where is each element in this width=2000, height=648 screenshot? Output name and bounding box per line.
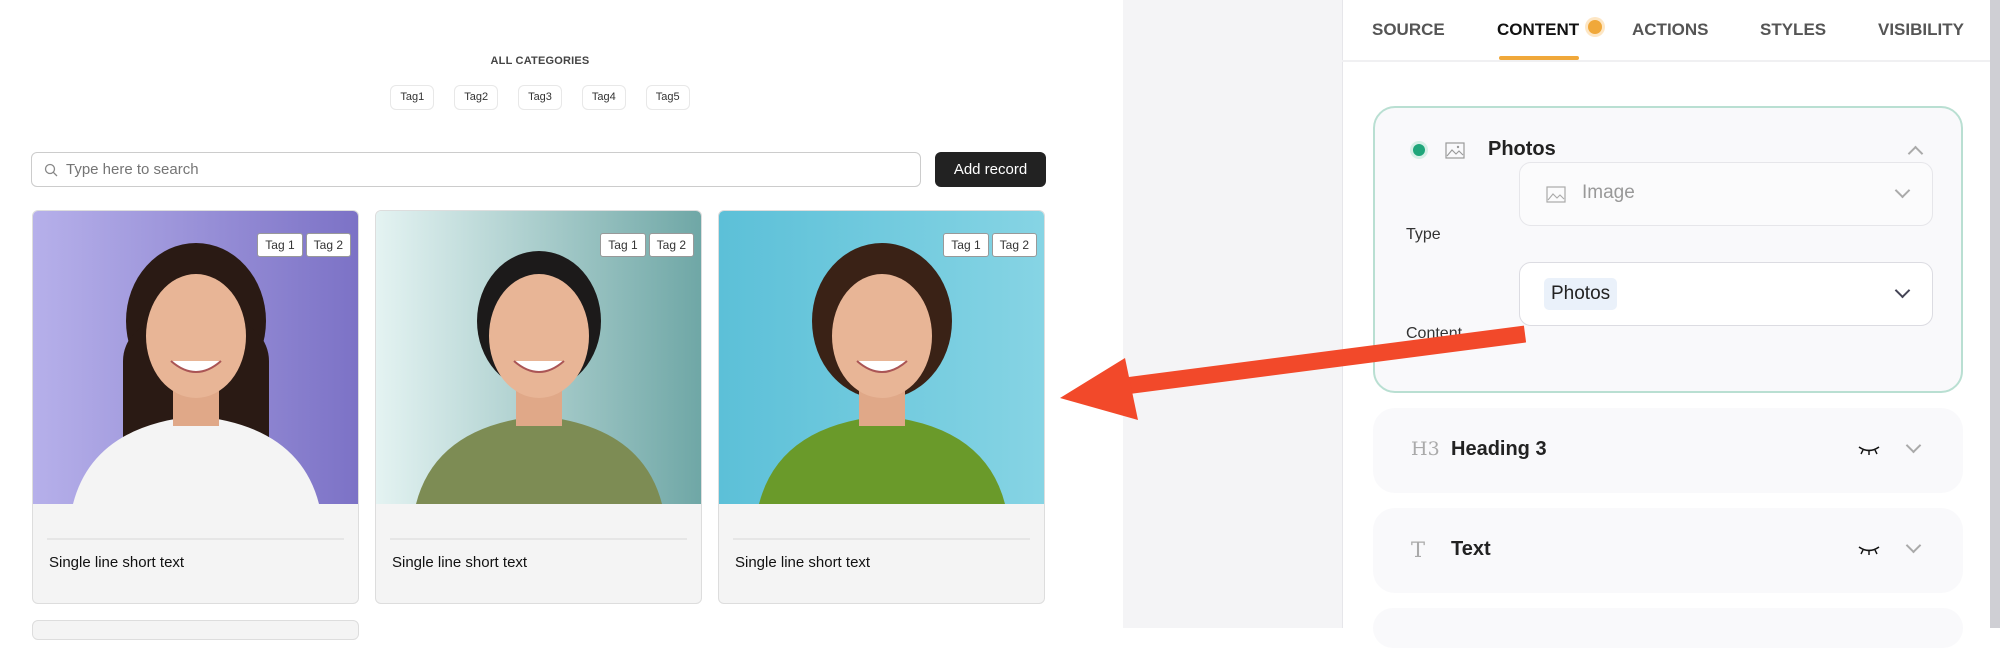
- content-value-chip: Photos: [1544, 278, 1618, 310]
- card-photo: Tag 1 Tag 2: [719, 211, 1044, 504]
- record-card[interactable]: Tag 1 Tag 2 Single line short text: [32, 210, 359, 604]
- eye-closed-icon[interactable]: [1857, 544, 1881, 556]
- category-tag[interactable]: Tag3: [518, 85, 562, 110]
- card-tag[interactable]: Tag 1: [600, 233, 646, 257]
- scrollbar[interactable]: [1990, 0, 2000, 628]
- text-section[interactable]: T Text: [1373, 508, 1963, 593]
- image-icon: [1445, 142, 1465, 159]
- next-section[interactable]: [1373, 608, 1963, 648]
- chevron-down-icon[interactable]: [1905, 537, 1922, 554]
- tab-visibility[interactable]: VISIBILITY: [1878, 20, 1964, 40]
- type-label: Type: [1406, 226, 1441, 243]
- canvas-gutter: [1123, 0, 1342, 628]
- category-tag[interactable]: Tag1: [390, 85, 435, 110]
- record-card[interactable]: Tag 1 Tag 2 Single line short text: [718, 210, 1045, 604]
- section-title: Text: [1451, 538, 1491, 560]
- text-icon: T: [1411, 538, 1426, 562]
- card-tag[interactable]: Tag 1: [257, 233, 303, 257]
- search-input[interactable]: [66, 161, 866, 178]
- image-icon: [1546, 186, 1566, 203]
- card-partial[interactable]: [32, 620, 359, 640]
- eye-closed-icon[interactable]: [1857, 444, 1881, 456]
- card-tag[interactable]: Tag 2: [305, 233, 351, 257]
- status-dot: [1413, 144, 1425, 156]
- canvas-preview: ALL CATEGORIES Tag1 Tag2 Tag3 Tag4 Tag5 …: [0, 0, 1123, 640]
- chevron-up-icon[interactable]: [1907, 145, 1924, 162]
- tab-content[interactable]: CONTENT: [1497, 20, 1579, 40]
- active-tab-indicator: [1499, 56, 1579, 60]
- content-select[interactable]: Photos: [1519, 262, 1933, 326]
- section-title: Heading 3: [1451, 438, 1547, 460]
- card-divider: [47, 538, 344, 540]
- heading-icon: H3: [1411, 438, 1440, 460]
- card-divider: [733, 538, 1030, 540]
- category-tag[interactable]: Tag5: [645, 85, 690, 110]
- content-label: Content: [1406, 325, 1463, 342]
- card-text: Single line short text: [735, 554, 871, 571]
- photos-section: Photos Type Image Content Photos: [1373, 106, 1963, 393]
- category-tags: Tag1 Tag2 Tag3 Tag4 Tag5: [0, 85, 1080, 110]
- heading-section[interactable]: H3 Heading 3: [1373, 408, 1963, 493]
- tab-styles[interactable]: STYLES: [1760, 20, 1826, 40]
- record-card[interactable]: Tag 1 Tag 2 Single line short text: [375, 210, 702, 604]
- card-photo: Tag 1 Tag 2: [376, 211, 701, 504]
- card-tag[interactable]: Tag 1: [943, 233, 989, 257]
- category-tag[interactable]: Tag2: [454, 85, 499, 110]
- card-text: Single line short text: [392, 554, 528, 571]
- tab-actions[interactable]: ACTIONS: [1632, 20, 1709, 40]
- card-tag[interactable]: Tag 2: [991, 233, 1037, 257]
- card-text: Single line short text: [49, 554, 185, 571]
- type-select[interactable]: Image: [1519, 162, 1933, 226]
- chevron-down-icon: [1894, 282, 1911, 299]
- panel-tabs: SOURCE CONTENT ACTIONS STYLES VISIBILITY: [1342, 0, 1990, 62]
- section-title: Photos: [1488, 138, 1556, 160]
- chevron-down-icon: [1894, 182, 1911, 199]
- search-box[interactable]: [31, 152, 921, 187]
- unsaved-badge: [1588, 20, 1602, 34]
- search-icon: [44, 163, 58, 176]
- card-tag[interactable]: Tag 2: [648, 233, 694, 257]
- card-photo: Tag 1 Tag 2: [33, 211, 358, 504]
- category-tag[interactable]: Tag4: [581, 85, 626, 110]
- add-record-button[interactable]: Add record: [935, 152, 1046, 187]
- type-value: Image: [1582, 182, 1635, 203]
- tab-source[interactable]: SOURCE: [1372, 20, 1445, 40]
- categories-title: ALL CATEGORIES: [490, 55, 590, 67]
- chevron-down-icon[interactable]: [1905, 437, 1922, 454]
- card-divider: [390, 538, 687, 540]
